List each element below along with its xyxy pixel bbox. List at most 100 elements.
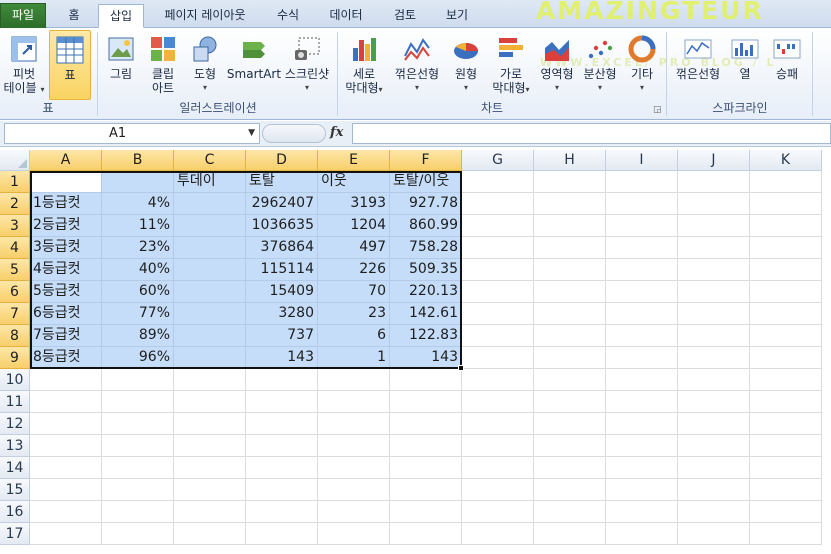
tab-insert[interactable]: 삽입 — [98, 4, 144, 28]
cell-J10[interactable] — [678, 369, 750, 391]
column-header[interactable]: D — [246, 150, 318, 171]
cell-F4[interactable]: 758.28 — [390, 237, 462, 259]
cell-G2[interactable] — [462, 193, 534, 215]
column-header[interactable]: G — [462, 150, 534, 171]
cell-K3[interactable] — [750, 215, 822, 237]
tab-home[interactable]: 홈 — [52, 4, 96, 28]
cell-J5[interactable] — [678, 259, 750, 281]
cell-D14[interactable] — [246, 457, 318, 479]
cell-K17[interactable] — [750, 523, 822, 545]
cell-F13[interactable] — [390, 435, 462, 457]
cell-I13[interactable] — [606, 435, 678, 457]
cell-J2[interactable] — [678, 193, 750, 215]
cell-K9[interactable] — [750, 347, 822, 369]
cell-H14[interactable] — [534, 457, 606, 479]
select-all-corner[interactable] — [0, 150, 30, 171]
cell-J12[interactable] — [678, 413, 750, 435]
cell-H7[interactable] — [534, 303, 606, 325]
cell-E2[interactable]: 3193 — [318, 193, 390, 215]
cell-I16[interactable] — [606, 501, 678, 523]
cell-K2[interactable] — [750, 193, 822, 215]
cell-K4[interactable] — [750, 237, 822, 259]
cell-B16[interactable] — [102, 501, 174, 523]
chevron-down-icon[interactable]: ▼ — [248, 124, 255, 143]
row-header[interactable]: 7 — [0, 303, 30, 325]
cell-K1[interactable] — [750, 171, 822, 193]
tab-file[interactable]: 파일 — [0, 3, 46, 28]
bar-chart-button[interactable]: 가로 막대형▾ — [488, 30, 534, 100]
cell-C16[interactable] — [174, 501, 246, 523]
other-charts-button[interactable]: 기타 ▾ — [622, 30, 662, 100]
cell-H4[interactable] — [534, 237, 606, 259]
cell-B7[interactable]: 77% — [102, 303, 174, 325]
cell-I17[interactable] — [606, 523, 678, 545]
cell-B11[interactable] — [102, 391, 174, 413]
cell-E13[interactable] — [318, 435, 390, 457]
dialog-launcher-icon[interactable]: ◲ — [653, 105, 662, 115]
cell-A4[interactable]: 3등급컷 — [30, 237, 102, 259]
cell-F5[interactable]: 509.35 — [390, 259, 462, 281]
cell-F11[interactable] — [390, 391, 462, 413]
column-header[interactable]: A — [30, 150, 102, 171]
cell-H11[interactable] — [534, 391, 606, 413]
row-header[interactable]: 15 — [0, 479, 30, 501]
tab-review[interactable]: 검토 — [382, 4, 428, 28]
cell-J7[interactable] — [678, 303, 750, 325]
cell-E17[interactable] — [318, 523, 390, 545]
cell-D6[interactable]: 15409 — [246, 281, 318, 303]
cell-H17[interactable] — [534, 523, 606, 545]
cell-D17[interactable] — [246, 523, 318, 545]
cell-E5[interactable]: 226 — [318, 259, 390, 281]
cell-I10[interactable] — [606, 369, 678, 391]
cell-G11[interactable] — [462, 391, 534, 413]
cell-A8[interactable]: 7등급컷 — [30, 325, 102, 347]
cell-D5[interactable]: 115114 — [246, 259, 318, 281]
column-header[interactable]: I — [606, 150, 678, 171]
cell-K5[interactable] — [750, 259, 822, 281]
cell-B3[interactable]: 11% — [102, 215, 174, 237]
cell-J9[interactable] — [678, 347, 750, 369]
cell-A7[interactable]: 6등급컷 — [30, 303, 102, 325]
cell-C2[interactable] — [174, 193, 246, 215]
cell-D15[interactable] — [246, 479, 318, 501]
cell-D11[interactable] — [246, 391, 318, 413]
cell-D3[interactable]: 1036635 — [246, 215, 318, 237]
cell-D10[interactable] — [246, 369, 318, 391]
cell-A14[interactable] — [30, 457, 102, 479]
cell-E12[interactable] — [318, 413, 390, 435]
cell-A1[interactable] — [30, 171, 102, 193]
pivot-table-button[interactable]: 피벗 테이블 ▾ — [2, 30, 46, 100]
cell-K10[interactable] — [750, 369, 822, 391]
cell-K8[interactable] — [750, 325, 822, 347]
cell-K16[interactable] — [750, 501, 822, 523]
cell-G17[interactable] — [462, 523, 534, 545]
cell-G9[interactable] — [462, 347, 534, 369]
cell-A15[interactable] — [30, 479, 102, 501]
cell-I6[interactable] — [606, 281, 678, 303]
cell-D2[interactable]: 2962407 — [246, 193, 318, 215]
column-header[interactable]: J — [678, 150, 750, 171]
cell-C4[interactable] — [174, 237, 246, 259]
cell-C1[interactable]: 투데이 — [174, 171, 246, 193]
cell-G3[interactable] — [462, 215, 534, 237]
cell-I8[interactable] — [606, 325, 678, 347]
cell-B8[interactable]: 89% — [102, 325, 174, 347]
cell-J3[interactable] — [678, 215, 750, 237]
cell-A2[interactable]: 1등급컷 — [30, 193, 102, 215]
cell-F15[interactable] — [390, 479, 462, 501]
cell-F8[interactable]: 122.83 — [390, 325, 462, 347]
cell-G15[interactable] — [462, 479, 534, 501]
cell-I12[interactable] — [606, 413, 678, 435]
cell-E7[interactable]: 23 — [318, 303, 390, 325]
cell-B14[interactable] — [102, 457, 174, 479]
fill-handle[interactable] — [458, 365, 464, 371]
cell-C9[interactable] — [174, 347, 246, 369]
pie-chart-button[interactable]: 원형 ▾ — [446, 30, 486, 100]
row-header[interactable]: 4 — [0, 237, 30, 259]
cell-E3[interactable]: 1204 — [318, 215, 390, 237]
cell-E16[interactable] — [318, 501, 390, 523]
formula-bar-handle[interactable] — [262, 124, 326, 143]
cell-J4[interactable] — [678, 237, 750, 259]
cell-G1[interactable] — [462, 171, 534, 193]
cell-B12[interactable] — [102, 413, 174, 435]
